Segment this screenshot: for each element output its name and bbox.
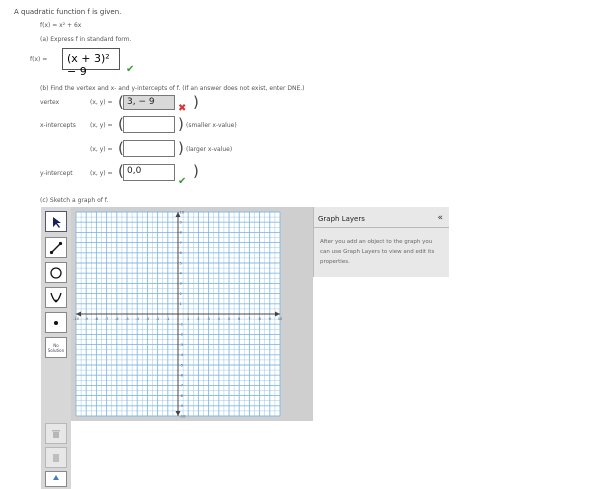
coordinate-grid[interactable]: -10 -9 -8 -7 -6 -5 -4 -3 -2 -1 1 2 3 4 5 6 7 8 9 1010987654… [71, 207, 313, 421]
close-paren: ) [193, 162, 199, 180]
point-icon [54, 320, 58, 325]
xint2-xy-label: (x, y) = [90, 146, 113, 153]
check-icon: ✔ [126, 64, 135, 75]
smaller-x-hint: (smaller x-value) [186, 122, 237, 129]
y-tick-label: -2 [180, 333, 184, 337]
vertex-label: vertex [40, 99, 60, 106]
circle-tool-button[interactable] [45, 262, 67, 283]
x-tick-label: 10 [278, 317, 283, 321]
part-a-lhs: f(x) = [30, 56, 48, 63]
x-tick-label: -2 [156, 317, 160, 321]
x-tick-label: -7 [105, 317, 109, 321]
y-tick-label: 10 [180, 210, 185, 214]
graph-layers-title: Graph Layers [318, 215, 365, 223]
standard-form-answer: (x + 3)² − 9 [67, 52, 110, 78]
x-intercept-larger-input[interactable] [123, 140, 175, 157]
y-tick-label: 7 [180, 241, 182, 245]
x-intercept-smaller-input[interactable] [123, 116, 175, 133]
y-tick-label: -3 [180, 343, 184, 347]
yint-xy-label: (x, y) = [90, 170, 113, 177]
pointer-tool-button[interactable] [45, 211, 67, 232]
circle-icon [50, 266, 62, 279]
part-c-prompt: (c) Sketch a graph of f. [40, 197, 109, 204]
graph-area[interactable]: -10 -9 -8 -7 -6 -5 -4 -3 -2 -1 1 2 3 4 5 6 7 8 9 10 10 9 8 7 6 5 4… [71, 207, 313, 421]
eraser-icon [53, 453, 59, 462]
y-tick-label: -7 [180, 384, 184, 388]
function-definition: f(x) = x² + 6x [40, 22, 82, 29]
trash-icon [52, 429, 60, 438]
y-tick-label: 2 [180, 292, 182, 296]
y-tick-label: -5 [180, 363, 184, 367]
clear-tool-button[interactable] [45, 447, 67, 468]
close-paren: ) [193, 93, 199, 111]
xint1-xy-label: (x, y) = [90, 122, 113, 129]
close-paren: ) [178, 115, 184, 133]
parabola-tool-button[interactable] [45, 287, 67, 308]
larger-x-hint: (larger x-value) [186, 146, 233, 153]
graph-layers-panel: Graph Layers « After you add an object t… [313, 207, 449, 277]
collapse-icon[interactable]: « [437, 213, 443, 223]
standard-form-answer-box[interactable]: (x + 3)² − 9 [62, 48, 120, 78]
help-tool-button[interactable] [45, 471, 67, 487]
x-tick-label: 1 [187, 317, 189, 321]
x-tick-label: 7 [248, 317, 250, 321]
y-tick-label: -1 [180, 323, 184, 327]
delete-tool-button[interactable] [45, 423, 67, 444]
x-tick-label: -3 [146, 317, 150, 321]
part-a-prompt: (a) Express f in standard form. [40, 36, 132, 43]
vertex-xy-label: (x, y) = [90, 99, 113, 106]
x-tick-label: -5 [125, 317, 129, 321]
y-intercept-label: y-intercept [40, 170, 73, 177]
x-tick-label: 5 [228, 317, 230, 321]
line-segment-icon [49, 241, 63, 254]
y-tick-label: 1 [180, 302, 182, 306]
x-tick-label: -10 [73, 317, 80, 321]
pointer-icon [53, 216, 61, 228]
x-tick-label: -1 [166, 317, 170, 321]
line-tool-button[interactable] [45, 237, 67, 258]
parabola-icon [50, 292, 62, 302]
x-tick-label: 3 [207, 317, 209, 321]
x-tick-label: 2 [197, 317, 199, 321]
point-tool-button[interactable] [45, 312, 67, 333]
graph-toolbar: No Solution [41, 207, 71, 489]
vertex-input[interactable]: 3, − 9 [123, 95, 175, 110]
intro-text: A quadratic function f is given. [14, 8, 122, 16]
graph-layers-description: After you add an object to the graph you… [320, 239, 435, 265]
y-intercept-input[interactable]: 0,0 [123, 164, 175, 181]
help-icon [53, 475, 59, 480]
part-b-prompt: (b) Find the vertex and x- and y-interce… [40, 85, 305, 92]
y-tick-label: 3 [180, 282, 182, 286]
no-solution-button[interactable]: No Solution [45, 337, 67, 358]
check-icon: ✔ [178, 176, 187, 187]
close-paren: ) [178, 139, 184, 157]
incorrect-icon: ✖ [178, 103, 187, 114]
divider [314, 227, 449, 228]
x-intercepts-label: x-intercepts [40, 122, 76, 129]
y-tick-label: 5 [180, 261, 182, 265]
y-tick-label: -10 [180, 414, 187, 418]
